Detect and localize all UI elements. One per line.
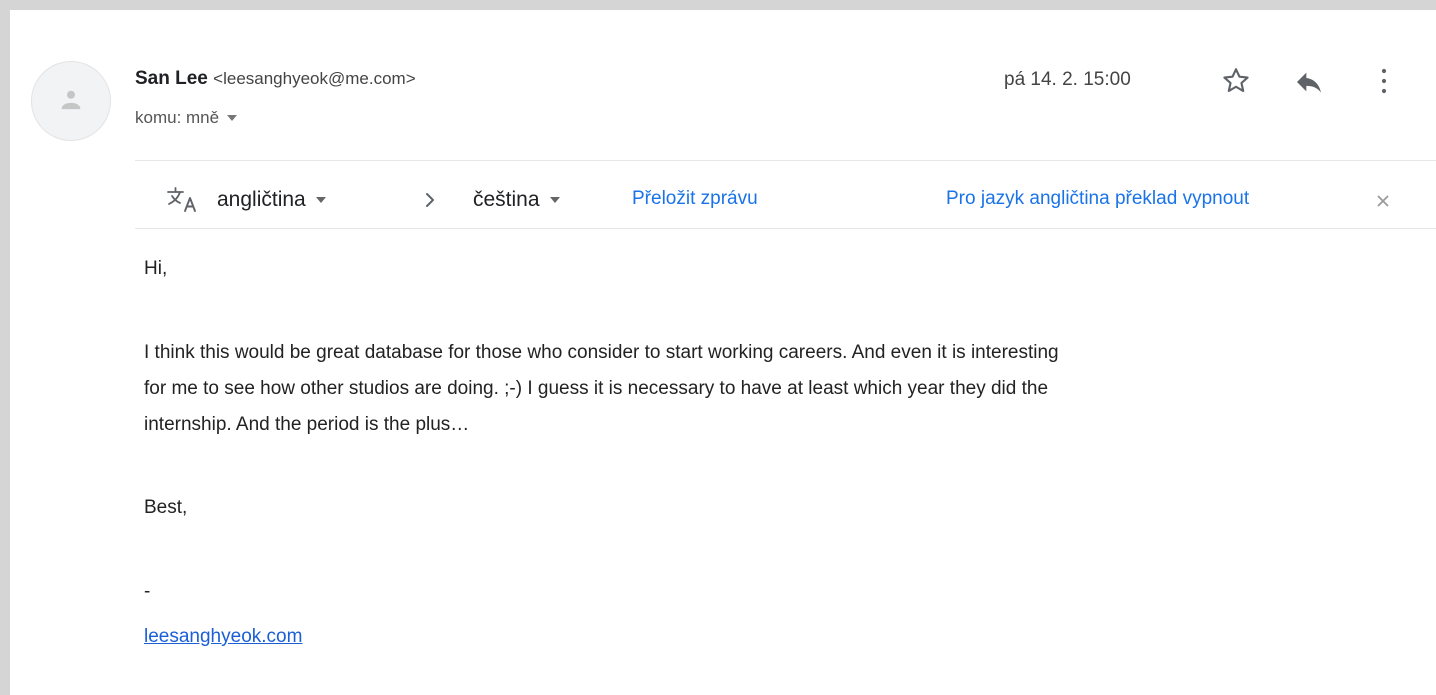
close-icon[interactable] [1376, 194, 1390, 208]
sender-avatar[interactable] [31, 61, 111, 141]
target-language-select[interactable]: čeština [473, 188, 560, 212]
source-language-select[interactable]: angličtina [217, 188, 326, 212]
recipient-label: komu: mně [135, 108, 220, 127]
more-vert-icon [1381, 68, 1387, 94]
source-language-label: angličtina [217, 188, 306, 211]
email-message-card: San Lee <leesanghyeok@me.com> komu: mně … [10, 10, 1436, 695]
translate-bar: angličtina čeština Přeložit zprávu Pro j… [135, 171, 1436, 228]
target-language-dropdown-icon [549, 197, 560, 203]
more-options-button[interactable] [1376, 66, 1392, 98]
reply-icon [1297, 72, 1321, 93]
sender-line: San Lee <leesanghyeok@me.com> [135, 68, 416, 90]
person-icon [61, 90, 81, 110]
signature-dash: - [144, 581, 151, 602]
message-paragraph-line: for me to see how other studios are doin… [144, 378, 1049, 399]
reply-button[interactable] [1293, 66, 1325, 98]
message-date: pá 14. 2. 15:00 [1004, 69, 1131, 90]
header-divider [135, 160, 1436, 161]
message-closing: Best, [144, 497, 188, 518]
sender-name[interactable]: San Lee [135, 68, 208, 89]
translate-icon [167, 187, 196, 212]
star-icon [1223, 68, 1249, 93]
sender-email: <leesanghyeok@me.com> [213, 69, 416, 88]
star-button[interactable] [1220, 65, 1252, 97]
chevron-right-icon [426, 193, 434, 207]
recipient-line: komu: mně [135, 108, 238, 128]
recipient-details-dropdown-icon[interactable] [227, 115, 238, 121]
turn-off-translation-link[interactable]: Pro jazyk angličtina překlad vypnout [946, 188, 1249, 210]
message-paragraph-line: internship. And the period is the plus… [144, 414, 470, 435]
signature-website-link[interactable]: leesanghyeok.com [144, 626, 302, 648]
translate-message-link[interactable]: Přeložit zprávu [632, 188, 758, 210]
translate-bar-divider [135, 228, 1436, 229]
source-language-dropdown-icon [315, 197, 326, 203]
message-greeting: Hi, [144, 258, 168, 279]
target-language-label: čeština [473, 188, 540, 211]
message-paragraph-line: I think this would be great database for… [144, 342, 1059, 363]
